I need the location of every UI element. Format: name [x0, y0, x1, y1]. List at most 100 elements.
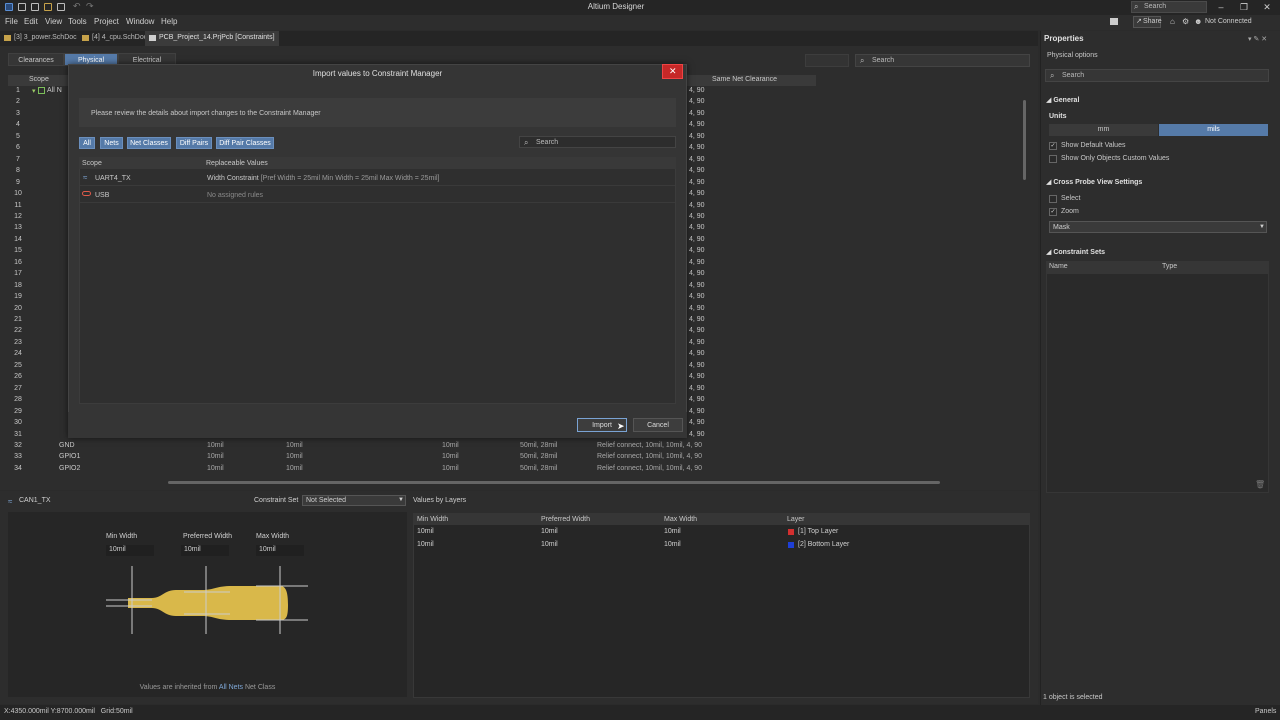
- row-tail-value[interactable]: 4, 90: [689, 431, 705, 438]
- menu-view[interactable]: View: [45, 17, 62, 26]
- row-cell-w3[interactable]: 10mil: [442, 465, 459, 472]
- row-number[interactable]: 17: [8, 270, 28, 277]
- unit-mils-button[interactable]: mils: [1159, 124, 1268, 136]
- dialog-search-input[interactable]: ⌕ Search: [519, 136, 676, 148]
- dialog-col-scope[interactable]: Scope: [82, 160, 102, 167]
- tab-clearances[interactable]: Clearances: [8, 53, 64, 66]
- dialog-col-replaceable-values[interactable]: Replaceable Values: [206, 160, 268, 167]
- row-cell-relief[interactable]: Relief connect, 10mil, 10mil, 4, 90: [597, 465, 702, 472]
- home-icon[interactable]: ⌂: [1170, 17, 1175, 26]
- menu-file[interactable]: File: [5, 17, 18, 26]
- row-tail-value[interactable]: 4, 90: [689, 202, 705, 209]
- row-tail-value[interactable]: 4, 90: [689, 385, 705, 392]
- row-number[interactable]: 15: [8, 247, 28, 254]
- constraint-set-select[interactable]: Not Selected ▼: [302, 495, 406, 506]
- row-all-nets[interactable]: All N: [47, 87, 62, 94]
- filter-net-classes-button[interactable]: Net Classes: [127, 137, 171, 149]
- row-number[interactable]: 33: [8, 453, 28, 460]
- row-number[interactable]: 18: [8, 282, 28, 289]
- row-cell-w1[interactable]: 10mil: [207, 442, 224, 449]
- inherit-link[interactable]: All Nets: [219, 684, 243, 691]
- dialog-close-button[interactable]: ✕: [662, 64, 683, 79]
- row-number[interactable]: 30: [8, 419, 28, 426]
- vertical-scrollbar[interactable]: [1021, 86, 1029, 476]
- row-cell-relief[interactable]: Relief connect, 10mil, 10mil, 4, 90: [597, 453, 702, 460]
- row-cell-via[interactable]: 50mil, 28mil: [520, 465, 557, 472]
- row-number[interactable]: 2: [8, 98, 28, 105]
- row-cell-name[interactable]: GND: [59, 442, 75, 449]
- properties-search-input[interactable]: ⌕ Search: [1045, 69, 1269, 82]
- trash-icon[interactable]: 🗑: [1255, 480, 1265, 489]
- horizontal-scrollbar[interactable]: [160, 479, 1020, 485]
- row-cell-w1[interactable]: 10mil: [207, 465, 224, 472]
- menu-window[interactable]: Window: [126, 17, 154, 26]
- min-width-input[interactable]: 10mil: [106, 545, 154, 556]
- row-tail-value[interactable]: 4, 90: [689, 293, 705, 300]
- doc-tab-constraints[interactable]: PCB_Project_14.PrjPcb [Constraints]: [145, 31, 279, 46]
- panels-button[interactable]: Panels: [1255, 708, 1276, 715]
- row-tail-value[interactable]: 4, 90: [689, 190, 705, 197]
- row-number[interactable]: 27: [8, 385, 28, 392]
- vbl-row-top-min[interactable]: 10mil: [417, 528, 434, 535]
- row-cell-w3[interactable]: 10mil: [442, 453, 459, 460]
- gear-icon[interactable]: ⚙: [1182, 17, 1189, 26]
- cancel-button[interactable]: Cancel: [633, 418, 683, 432]
- row-tail-value[interactable]: 4, 90: [689, 373, 705, 380]
- filter-all-button[interactable]: All: [79, 137, 95, 149]
- row-tail-value[interactable]: 4, 90: [689, 236, 705, 243]
- row-number[interactable]: 28: [8, 396, 28, 403]
- row-tail-value[interactable]: 4, 90: [689, 350, 705, 357]
- user-icon[interactable]: ☻: [1194, 17, 1202, 26]
- row-number[interactable]: 7: [8, 156, 28, 163]
- menu-tools[interactable]: Tools: [68, 17, 87, 26]
- row-number[interactable]: 24: [8, 350, 28, 357]
- row-number[interactable]: 26: [8, 373, 28, 380]
- max-width-input[interactable]: 10mil: [256, 545, 304, 556]
- row-tail-value[interactable]: 4, 90: [689, 408, 705, 415]
- row-number[interactable]: 4: [8, 121, 28, 128]
- zoom-checkbox[interactable]: ✓: [1049, 208, 1057, 216]
- row-cell-relief[interactable]: Relief connect, 10mil, 10mil, 4, 90: [597, 442, 702, 449]
- expand-toggle-icon[interactable]: ▾: [32, 87, 36, 95]
- filter-diff-pairs-button[interactable]: Diff Pairs: [176, 137, 212, 149]
- vbl-row-top-max[interactable]: 10mil: [664, 528, 681, 535]
- row-number[interactable]: 12: [8, 213, 28, 220]
- preferred-width-input[interactable]: 10mil: [181, 545, 229, 556]
- row-number[interactable]: 31: [8, 431, 28, 438]
- row-number[interactable]: 32: [8, 442, 28, 449]
- row-cell-name[interactable]: GPIO2: [59, 465, 80, 472]
- row-cell-w2[interactable]: 10mil: [286, 465, 303, 472]
- row-tail-value[interactable]: 4, 90: [689, 179, 705, 186]
- cs-col-type[interactable]: Type: [1162, 263, 1177, 270]
- row-cell-via[interactable]: 50mil, 28mil: [520, 442, 557, 449]
- row-number[interactable]: 9: [8, 179, 28, 186]
- row-number[interactable]: 5: [8, 133, 28, 140]
- row-tail-value[interactable]: 4, 90: [689, 110, 705, 117]
- row-number[interactable]: 3: [8, 110, 28, 117]
- global-search-input[interactable]: ⌕ Search: [1131, 1, 1207, 13]
- filter-diff-pair-classes-button[interactable]: Diff Pair Classes: [216, 137, 274, 149]
- row-tail-value[interactable]: 4, 90: [689, 339, 705, 346]
- minimize-button[interactable]: –: [1210, 0, 1232, 14]
- notifications-icon[interactable]: [1110, 18, 1118, 25]
- row-number[interactable]: 14: [8, 236, 28, 243]
- row-tail-value[interactable]: 4, 90: [689, 144, 705, 151]
- row-tail-value[interactable]: 4, 90: [689, 87, 705, 94]
- row-number[interactable]: 23: [8, 339, 28, 346]
- mask-select[interactable]: Mask ▼: [1049, 221, 1267, 233]
- row-tail-value[interactable]: 4, 90: [689, 282, 705, 289]
- row-tail-value[interactable]: 4, 90: [689, 305, 705, 312]
- vbl-row-bottom-min[interactable]: 10mil: [417, 541, 434, 548]
- row-number[interactable]: 1: [8, 87, 28, 94]
- scroll-thumb[interactable]: [1023, 100, 1026, 180]
- row-number[interactable]: 11: [8, 202, 28, 209]
- row-tail-value[interactable]: 4, 90: [689, 213, 705, 220]
- vbl-col-pref[interactable]: Preferred Width: [541, 516, 590, 523]
- vbl-col-max[interactable]: Max Width: [664, 516, 697, 523]
- row-cell-name[interactable]: GPIO1: [59, 453, 80, 460]
- row-cell-via[interactable]: 50mil, 28mil: [520, 453, 557, 460]
- row-tail-value[interactable]: 4, 90: [689, 419, 705, 426]
- connection-status[interactable]: Not Connected: [1205, 18, 1252, 25]
- vbl-row-top-pref[interactable]: 10mil: [541, 528, 558, 535]
- row-tail-value[interactable]: 4, 90: [689, 316, 705, 323]
